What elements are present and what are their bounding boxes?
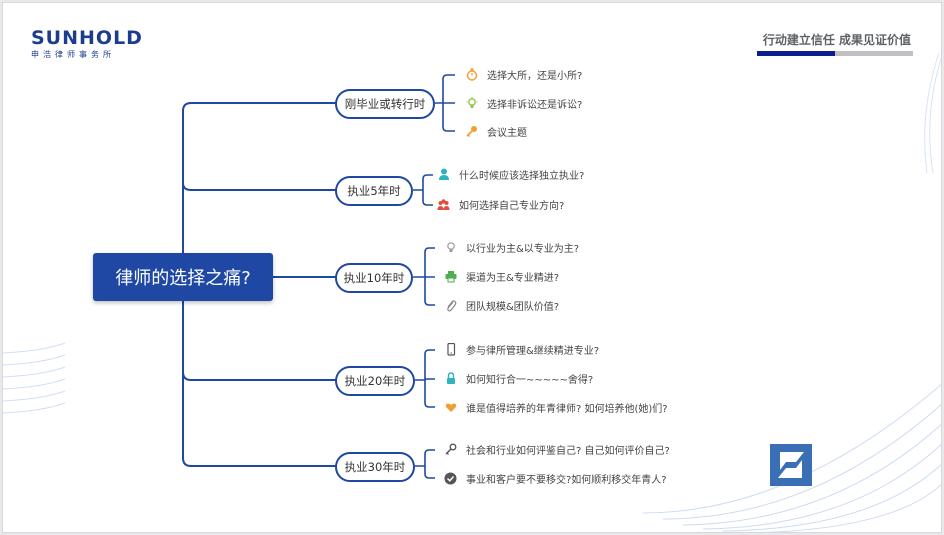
branch-10-years: 执业10年时 — [335, 263, 413, 293]
person-icon — [437, 168, 450, 181]
lightbulb-icon — [465, 97, 478, 110]
leaf-item: 社会和行业如何评鉴自己? 自己如何评价自己? — [444, 442, 670, 457]
check-circle-icon — [444, 472, 457, 485]
leaf-item: 如何知行合一~~~~~舍得? — [444, 371, 593, 386]
branch-graduate: 刚毕业或转行时 — [335, 89, 435, 119]
lightbulb-icon — [444, 241, 457, 254]
printer-icon — [444, 270, 457, 283]
leaf-item: 以行业为主&以专业为主? — [444, 240, 579, 255]
key-icon — [444, 443, 457, 456]
leaf-item: 参与律所管理&继续精进专业? — [444, 342, 599, 357]
leaf-item: 渠道为王&专业精进? — [444, 269, 559, 284]
leaf-item: 会议主题 — [465, 124, 527, 139]
heart-icon — [444, 401, 457, 414]
leaf-item: 什么时候应该选择独立执业? — [437, 167, 584, 182]
phone-icon — [444, 343, 457, 356]
brand-mark-logo — [770, 444, 812, 486]
leaf-item: 事业和客户要不要移交?如何顺利移交年青人? — [444, 471, 667, 486]
key-icon — [465, 125, 478, 138]
leaf-item: 选择大所，还是小所? — [465, 67, 582, 82]
paperclip-icon — [444, 299, 457, 312]
branch-20-years: 执业20年时 — [335, 366, 415, 396]
leaf-item: 团队规模&团队价值? — [444, 298, 559, 313]
branch-30-years: 执业30年时 — [335, 452, 415, 482]
slide: SUNHOLD 申浩律师事务所 行动建立信任 成果见证价值 律师的选择之痛? 刚… — [2, 2, 942, 533]
lock-icon — [444, 372, 457, 385]
leaf-item: 选择非诉讼还是诉讼? — [465, 96, 582, 111]
leaf-item: 谁是值得培养的年青律师? 如何培养他(她)们? — [444, 400, 668, 415]
group-icon — [437, 198, 450, 211]
leaf-item: 如何选择自己专业方向? — [437, 197, 564, 212]
branch-5-years: 执业5年时 — [335, 176, 413, 206]
stopwatch-icon — [465, 68, 478, 81]
mindmap-root: 律师的选择之痛? — [93, 253, 273, 301]
